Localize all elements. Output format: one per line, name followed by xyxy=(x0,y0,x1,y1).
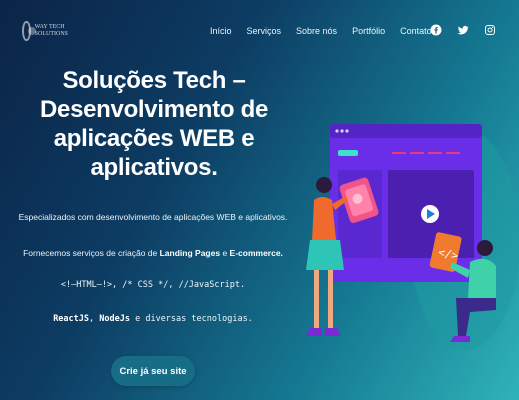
hero-description-2: Fornecemos serviços de criação de Landin… xyxy=(8,248,298,258)
browser-line-4 xyxy=(446,152,460,154)
logo-line-2: SOLUTIONS xyxy=(34,31,68,37)
nav-item-servicos[interactable]: Serviços xyxy=(247,26,282,36)
main-nav: Início Serviços Sobre nós Portfólio Cont… xyxy=(210,26,432,36)
browser-line-2 xyxy=(410,152,424,154)
hero-code-line: <!–HTML–!>, /* CSS */, //JavaScript. xyxy=(60,280,246,290)
landing-pages-text: Landing Pages xyxy=(159,248,221,258)
facebook-icon[interactable] xyxy=(430,24,442,36)
hero-tech-line: ReactJS, NodeJs e diversas tecnologias. xyxy=(8,314,298,324)
nav-item-portfolio[interactable]: Portfólio xyxy=(352,26,385,36)
nodejs-text: NodeJs xyxy=(99,314,130,324)
logo-mark-icon xyxy=(22,21,36,41)
reactjs-text: ReactJS xyxy=(53,314,90,324)
browser-line-1 xyxy=(392,152,406,154)
services-text-mid: e xyxy=(220,248,230,258)
ecommerce-text: E-commerce. xyxy=(229,248,283,258)
web-development-illustration: </> xyxy=(306,124,519,350)
nav-item-sobre-nos[interactable]: Sobre nós xyxy=(296,26,337,36)
browser-dot-2 xyxy=(340,129,344,133)
twitter-icon[interactable] xyxy=(457,24,469,36)
browser-dot-1 xyxy=(335,129,339,133)
instagram-icon[interactable] xyxy=(484,24,496,36)
nav-item-contato[interactable]: Contato xyxy=(400,26,432,36)
browser-line-3 xyxy=(428,152,442,154)
tech-suffix: e diversas tecnologias. xyxy=(129,314,253,324)
tech-sep: , xyxy=(89,314,100,324)
social-links xyxy=(430,24,496,36)
browser-green-tab xyxy=(338,150,358,156)
browser-dot-3 xyxy=(345,129,349,133)
brand-logo[interactable]: WAY TECH SOLUTIONS xyxy=(22,17,68,45)
logo-wordmark: WAY TECH SOLUTIONS xyxy=(35,24,68,38)
nav-item-inicio[interactable]: Início xyxy=(210,26,232,36)
page-title: Soluções Tech – Desenvolvimento de aplic… xyxy=(39,67,268,181)
create-site-button[interactable]: Crie já seu site xyxy=(111,356,195,386)
hero-description-1: Especializados com desenvolvimento de ap… xyxy=(18,212,288,222)
top-navbar: WAY TECH SOLUTIONS Início Serviços Sobre… xyxy=(0,0,519,62)
services-text-prefix: Fornecemos serviços de criação de xyxy=(23,248,160,258)
browser-topbar xyxy=(330,124,482,138)
logo-line-1: WAY TECH xyxy=(34,24,65,30)
woman-figure xyxy=(306,177,348,336)
